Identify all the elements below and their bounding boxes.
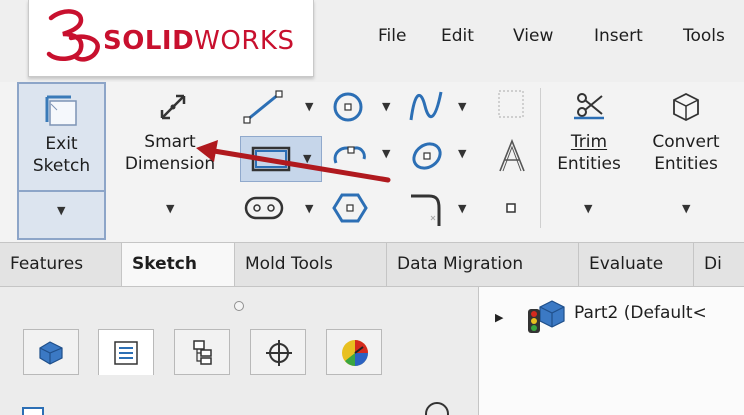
tab-data-migration[interactable]: Data Migration	[387, 243, 579, 286]
tab-features[interactable]: Features	[0, 243, 122, 286]
appearance-ball-icon	[342, 340, 368, 366]
panel-grip-handle[interactable]	[234, 301, 244, 311]
expand-arrow-icon[interactable]: ▶	[495, 311, 503, 324]
tab-configuration-manager[interactable]	[174, 329, 230, 375]
tab-mold-tools[interactable]: Mold Tools	[235, 243, 387, 286]
tab-evaluate[interactable]: Evaluate	[579, 243, 694, 286]
part-tree-root-label[interactable]: Part2 (Default<	[574, 303, 707, 323]
tab-dimxpert-manager[interactable]	[250, 329, 306, 375]
feature-manager-panel	[0, 287, 479, 415]
property-manager-icon	[114, 341, 138, 365]
part-icon	[528, 300, 565, 333]
command-manager-tabs: Features Sketch Mold Tools Data Migratio…	[0, 242, 744, 287]
tab-feature-manager[interactable]	[23, 329, 79, 375]
part-header-icon	[22, 407, 44, 415]
part-tree-icon	[39, 341, 63, 365]
tab-sketch[interactable]: Sketch	[122, 243, 235, 286]
help-icon[interactable]	[424, 401, 450, 415]
tab-property-manager[interactable]	[98, 329, 154, 375]
tab-display-manager[interactable]	[326, 329, 382, 375]
crosshair-icon	[266, 340, 292, 366]
tab-direct-editing[interactable]: Di	[694, 243, 744, 286]
configuration-manager-icon	[193, 340, 212, 365]
